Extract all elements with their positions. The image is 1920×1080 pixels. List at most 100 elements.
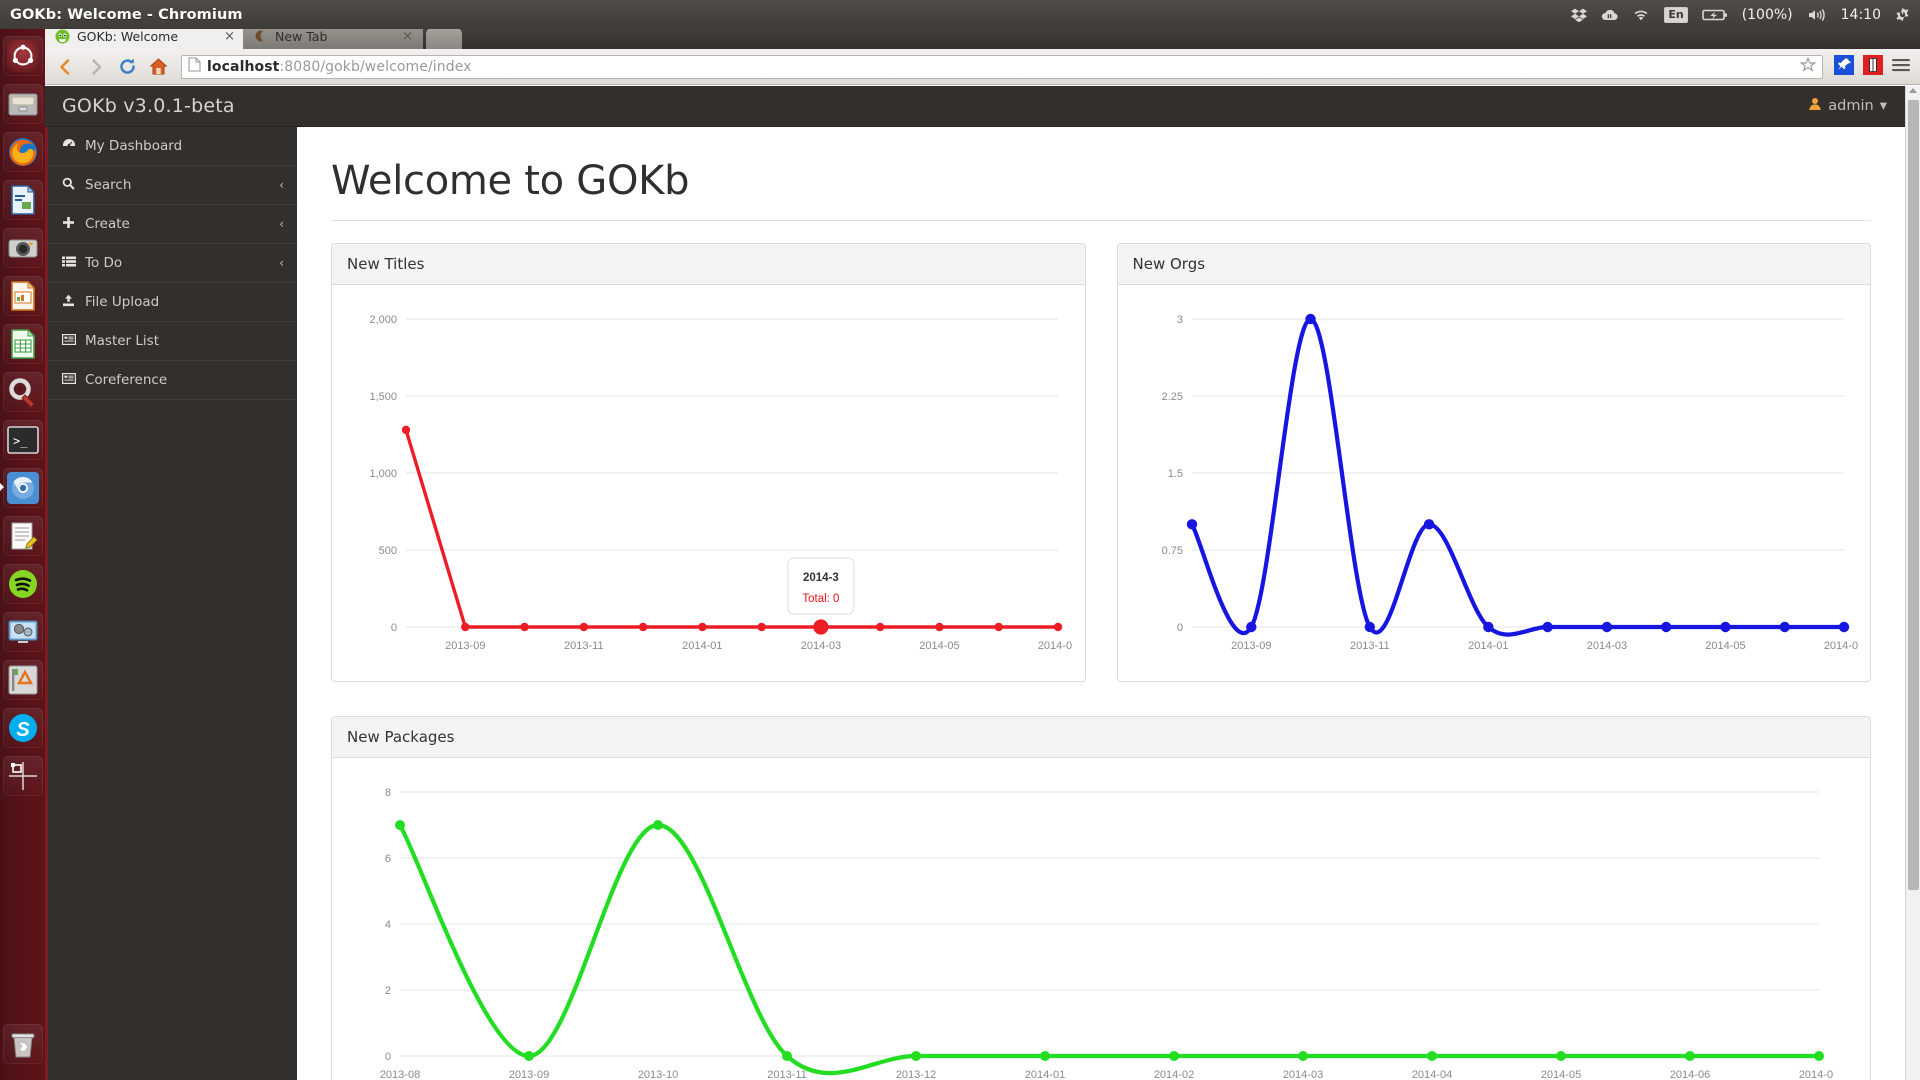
launcher-item-dia-diagram[interactable] — [2, 660, 43, 700]
launcher-item-shotwell[interactable] — [2, 228, 43, 268]
launcher-item-workspace-switcher[interactable] — [2, 756, 43, 796]
back-button[interactable] — [53, 55, 77, 79]
reload-button[interactable] — [115, 55, 139, 79]
launcher-item-ubuntu-dash[interactable] — [2, 36, 43, 76]
sidebar-item-create[interactable]: Create ‹ — [48, 205, 297, 244]
url-path: :8080/gokb/welcome/index — [279, 58, 472, 75]
battery-charging-icon[interactable] — [1701, 8, 1728, 22]
sidebar-item-label: File Upload — [85, 294, 160, 310]
sidebar-item-coreference[interactable]: Coreference — [48, 361, 297, 400]
panel-new-packages: New Packages 0 2 4 6 8 2013-08 2013-09 2013-10 2… — [331, 716, 1871, 1080]
sidebar-item-label: Search — [85, 177, 132, 193]
bookmark-extension-icon[interactable] — [1863, 54, 1883, 79]
browser-tab-title: GOKb: Welcome — [77, 28, 179, 44]
clock-label[interactable]: 14:10 — [1841, 7, 1881, 23]
title-divider — [331, 220, 1871, 221]
sidebar-caret: ‹ — [279, 178, 284, 192]
address-bar-url: localhost:8080/gokb/welcome/index — [207, 59, 472, 75]
launcher-item-video-player[interactable] — [2, 612, 43, 652]
svg-text:6: 6 — [385, 853, 391, 865]
close-icon[interactable]: × — [224, 30, 235, 43]
panel-title: New Packages — [332, 717, 1870, 758]
launcher-item-text-editor[interactable] — [2, 516, 43, 556]
app-brand[interactable]: GOKb v3.0.1-beta — [45, 95, 235, 117]
launcher-item-skype[interactable]: S — [2, 708, 43, 748]
cloud-sync-icon[interactable] — [1601, 8, 1618, 22]
sidebar-item-search[interactable]: Search ‹ — [48, 166, 297, 205]
launcher-item-libreoffice-calc[interactable] — [2, 324, 43, 364]
new-tab-button[interactable] — [426, 28, 462, 49]
window-title: GOKb: Welcome - Chromium — [10, 6, 243, 23]
sidebar-item-file-upload[interactable]: File Upload — [48, 283, 297, 322]
wifi-icon[interactable] — [1632, 8, 1650, 22]
launcher-item-files[interactable] — [2, 84, 43, 124]
charts-row-top: New Titles 0 500 1,000 1,500 2,000 2013-09 201… — [331, 243, 1871, 682]
close-icon[interactable]: × — [402, 30, 413, 43]
home-button[interactable] — [146, 55, 170, 79]
chart-new-orgs[interactable]: 0 0.75 1.5 2.25 3 2013-09 2013-11 2014-01 2014-0… — [1128, 293, 1864, 671]
dashboard-icon — [61, 138, 76, 154]
sidebar-item-label: Master List — [85, 333, 159, 349]
browser-menu-button[interactable] — [1892, 57, 1910, 77]
svg-text:8: 8 — [385, 787, 391, 799]
svg-text:2014-05: 2014-05 — [919, 640, 959, 652]
scrollbar-thumb[interactable] — [1908, 100, 1919, 890]
chart-new-packages[interactable]: 0 2 4 6 8 2013-08 2013-09 2013-10 2013-11 2013-12… — [342, 766, 1839, 1080]
battery-percent-label: (100%) — [1741, 6, 1793, 23]
sidebar-item-to-do[interactable]: To Do ‹ — [48, 244, 297, 283]
svg-text:2: 2 — [385, 985, 391, 997]
launcher-item-trash[interactable] — [2, 1024, 43, 1064]
page-info-icon[interactable] — [188, 57, 201, 76]
list-icon — [61, 333, 76, 349]
svg-text:500: 500 — [379, 545, 397, 557]
page-scrollbar[interactable] — [1905, 86, 1920, 1080]
gear-power-icon[interactable] — [1895, 7, 1910, 22]
app-header: GOKb v3.0.1-beta admin ▾ — [45, 86, 1905, 127]
unity-launcher: >_ S — [0, 29, 45, 1080]
svg-text:2013-09: 2013-09 — [509, 1069, 549, 1080]
sidebar-item-label: Create — [85, 216, 130, 232]
address-bar[interactable]: localhost:8080/gokb/welcome/index — [181, 54, 1823, 79]
panel-body: 0 0.75 1.5 2.25 3 2013-09 2013-11 2014-01 2014-0… — [1118, 285, 1871, 681]
launcher-item-chromium[interactable] — [0, 468, 43, 508]
bookmark-star-icon[interactable] — [1799, 56, 1817, 77]
sidebar-item-master-list[interactable]: Master List — [48, 322, 297, 361]
svg-text:2013-11: 2013-11 — [767, 1069, 807, 1080]
launcher-item-system-settings[interactable] — [2, 372, 43, 412]
svg-text:2014-01: 2014-01 — [1025, 1069, 1065, 1080]
svg-text:2014-07: 2014-07 — [1038, 640, 1072, 652]
svg-text:2014-03: 2014-03 — [801, 640, 841, 652]
user-menu[interactable]: admin ▾ — [1808, 97, 1905, 115]
svg-text:0: 0 — [391, 622, 397, 634]
tasks-icon — [61, 256, 76, 271]
sidebar-caret: ‹ — [279, 256, 284, 270]
panel-new-orgs: New Orgs 0 0.75 1.5 2.25 3 2013-09 2013-11 2014… — [1116, 243, 1871, 682]
sidebar-item-my-dashboard[interactable]: My Dashboard — [48, 127, 297, 166]
launcher-item-libreoffice-impress[interactable] — [2, 276, 43, 316]
launcher-item-spotify[interactable] — [2, 564, 43, 604]
dropbox-icon[interactable] — [1571, 8, 1588, 22]
svg-text:2014-01: 2014-01 — [1468, 640, 1508, 652]
volume-icon[interactable] — [1807, 8, 1827, 22]
launcher-item-terminal[interactable]: >_ — [2, 420, 43, 460]
browser-toolbar: localhost:8080/gokb/welcome/index — [45, 49, 1920, 85]
svg-text:2014-06: 2014-06 — [1670, 1069, 1710, 1080]
panel-new-titles: New Titles 0 500 1,000 1,500 2,000 2013-09 201… — [331, 243, 1086, 682]
pin-extension-icon[interactable] — [1834, 54, 1854, 79]
svg-text:2013-11: 2013-11 — [564, 640, 604, 652]
svg-text:2014-05: 2014-05 — [1541, 1069, 1581, 1080]
keyboard-layout-indicator[interactable]: En — [1664, 6, 1688, 23]
launcher-item-firefox[interactable] — [2, 132, 43, 172]
browser-extensions — [1834, 54, 1912, 79]
user-icon — [1808, 97, 1822, 115]
svg-text:2013-12: 2013-12 — [896, 1069, 936, 1080]
svg-text:2014-07: 2014-07 — [1823, 640, 1857, 652]
main-content: Welcome to GOKb New Titles 0 500 1,000 1,50… — [297, 127, 1905, 1080]
launcher-item-libreoffice-writer[interactable] — [2, 180, 43, 220]
svg-text:S: S — [16, 719, 30, 741]
svg-text:1,000: 1,000 — [369, 468, 397, 480]
scroll-up-arrow[interactable] — [1909, 88, 1917, 93]
svg-text:2013-11: 2013-11 — [1350, 640, 1390, 652]
svg-text:2014-07: 2014-07 — [1799, 1069, 1833, 1080]
chart-new-titles[interactable]: 0 500 1,000 1,500 2,000 2013-09 2013-11 2014-01… — [342, 293, 1078, 671]
